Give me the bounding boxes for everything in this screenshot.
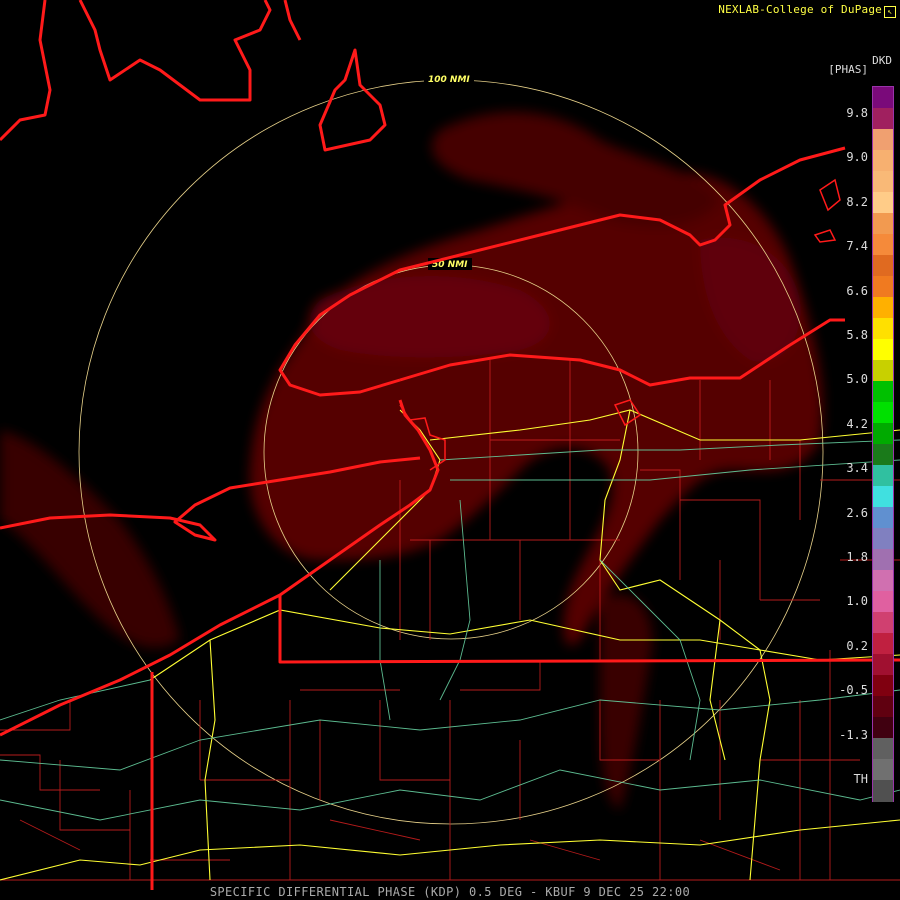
color-scale-swatch [873, 486, 893, 508]
color-scale-swatch [873, 87, 893, 109]
credit-text: NEXLAB-College of DuPage [718, 3, 882, 16]
radar-map: 100 NMI 50 NMI [0, 0, 900, 900]
color-scale-swatch [873, 780, 893, 802]
color-scale-swatch [873, 444, 893, 466]
color-scale-label: TH [853, 772, 868, 786]
product-code: DKD [872, 54, 892, 67]
color-scale-swatch [873, 717, 893, 739]
color-scale-bar [872, 86, 894, 802]
color-scale-label: 7.4 [846, 239, 868, 254]
color-scale-swatch [873, 738, 893, 760]
range-ring-label-100: 100 NMI [428, 75, 470, 85]
color-scale-swatch [873, 402, 893, 424]
color-scale-swatch [873, 465, 893, 487]
color-scale-swatch [873, 360, 893, 382]
color-scale-swatch [873, 171, 893, 193]
color-scale-label: 3.4 [846, 461, 868, 476]
color-scale-label: 0.2 [846, 638, 868, 653]
color-scale-label: 4.2 [846, 416, 868, 431]
color-scale-swatch [873, 654, 893, 676]
color-scale-swatch [873, 759, 893, 781]
color-scale-swatch [873, 213, 893, 235]
color-scale-swatch [873, 129, 893, 151]
color-scale-label: 1.0 [846, 594, 868, 609]
color-scale-label: 1.8 [846, 550, 868, 564]
color-scale-swatch [873, 318, 893, 340]
color-scale-label: 2.6 [846, 505, 868, 520]
color-scale-swatch [873, 549, 893, 571]
color-scale-swatch [873, 423, 893, 445]
color-scale-swatch [873, 675, 893, 697]
unit-label: [PHAS] [828, 63, 868, 76]
color-scale-label: 6.6 [846, 283, 868, 298]
color-scale-swatch [873, 612, 893, 634]
color-scale-swatch [873, 339, 893, 361]
color-scale-swatch [873, 297, 893, 319]
color-scale-swatch [873, 570, 893, 592]
color-scale-swatch [873, 633, 893, 655]
color-scale-label: 5.0 [846, 372, 868, 387]
credit-label: NEXLAB-College of DuPage ↖ [718, 3, 896, 18]
color-scale-label: -0.5 [839, 683, 868, 698]
color-scale-swatch [873, 234, 893, 256]
color-scale-swatch [873, 591, 893, 613]
color-scale-swatch [873, 696, 893, 718]
color-scale-swatch [873, 255, 893, 277]
logo-icon: ↖ [884, 6, 896, 18]
color-scale-swatch [873, 507, 893, 529]
color-scale-swatch [873, 192, 893, 214]
color-scale-swatch [873, 108, 893, 130]
color-scale-swatch [873, 276, 893, 298]
color-scale-label: 9.8 [846, 106, 868, 120]
color-scale-label: -1.3 [839, 727, 868, 742]
color-scale-label: 5.8 [846, 328, 868, 342]
color-scale-label: 8.2 [846, 194, 868, 209]
color-scale-label: 9.0 [846, 150, 868, 165]
product-footer: SPECIFIC DIFFERENTIAL PHASE (KDP) 0.5 DE… [209, 885, 691, 899]
color-scale-swatch [873, 528, 893, 550]
color-scale-swatch [873, 381, 893, 403]
color-scale-swatch [873, 150, 893, 172]
